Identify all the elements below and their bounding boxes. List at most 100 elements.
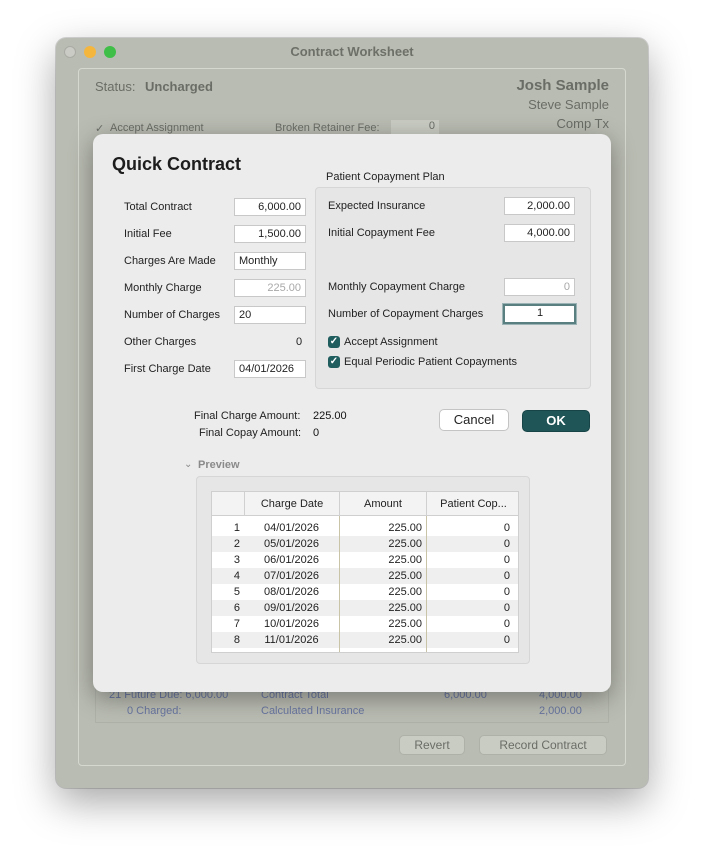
dialog-title: Quick Contract — [112, 154, 242, 174]
charge-date-cell: 07/01/2026 — [263, 570, 320, 582]
monthly-charge-field[interactable]: 225.00 — [234, 279, 306, 297]
column-divider — [426, 516, 427, 652]
guarantor-name: Steve Sample — [528, 97, 609, 112]
accept-assignment-checkbox[interactable]: ✓ — [328, 336, 340, 348]
amount-cell: 225.00 — [388, 538, 422, 550]
table-row[interactable]: 8 11/01/2026 225.00 0 — [212, 632, 518, 648]
amount-cell: 225.00 — [388, 586, 422, 598]
row-index-cell: 7 — [233, 618, 240, 630]
status-value: Uncharged — [145, 79, 213, 94]
patient-copay-cell: 0 — [503, 538, 510, 550]
row-index-cell: 1 — [233, 522, 240, 534]
row-index-cell: 6 — [233, 602, 240, 614]
total-contract-field[interactable]: 6,000.00 — [234, 198, 306, 216]
column-header-charge-date[interactable]: Charge Date — [244, 492, 339, 516]
row-index-cell: 3 — [233, 554, 240, 566]
monthly-charge-label: Monthly Charge — [124, 282, 202, 294]
final-copay-label: Final Copay Amount: — [199, 427, 302, 439]
equal-periodic-checkbox[interactable]: ✓ — [328, 356, 340, 368]
table-header: Charge Date Amount Patient Cop... — [212, 492, 518, 516]
revert-button[interactable]: Revert — [399, 735, 465, 755]
number-of-charges-field[interactable]: 20 — [234, 306, 306, 324]
charge-date-cell: 10/01/2026 — [263, 618, 320, 630]
table-row[interactable]: 5 08/01/2026 225.00 0 — [212, 584, 518, 600]
expected-insurance-label: Expected Insurance — [328, 200, 426, 212]
table-row[interactable]: 4 07/01/2026 225.00 0 — [212, 568, 518, 584]
patient-name: Josh Sample — [516, 77, 609, 94]
patient-copay-cell: 0 — [503, 522, 510, 534]
patient-copay-cell: 0 — [503, 586, 510, 598]
charge-date-cell: 08/01/2026 — [263, 586, 320, 598]
location-label: Comp Tx — [556, 116, 610, 131]
preview-panel: Charge Date Amount Patient Cop... 1 04/01… — [196, 476, 530, 664]
column-header-patient-copay[interactable]: Patient Cop... — [426, 492, 518, 516]
amount-cell: 225.00 — [388, 554, 422, 566]
initial-copay-field[interactable]: 4,000.00 — [504, 224, 575, 242]
patient-copay-cell: 0 — [503, 618, 510, 630]
charge-date-cell: 06/01/2026 — [263, 554, 320, 566]
preview-label[interactable]: Preview — [198, 459, 240, 471]
first-charge-date-field[interactable]: 04/01/2026 — [234, 360, 306, 378]
record-contract-button[interactable]: Record Contract — [479, 735, 607, 755]
patient-copay-cell: 0 — [503, 602, 510, 614]
final-copay-value: 0 — [313, 427, 320, 439]
number-of-copay-field[interactable]: 1 — [503, 304, 576, 324]
column-divider — [339, 516, 340, 652]
equal-periodic-checkbox-label: Equal Periodic Patient Copayments — [344, 356, 518, 368]
status-label: Status: — [95, 79, 136, 94]
row-index-cell: 2 — [233, 538, 240, 550]
column-header-amount[interactable]: Amount — [339, 492, 426, 516]
charge-date-cell: 09/01/2026 — [263, 602, 320, 614]
chevron-down-icon[interactable]: ⌄ — [184, 459, 192, 470]
amount-cell: 225.00 — [388, 522, 422, 534]
number-of-charges-label: Number of Charges — [124, 309, 220, 321]
charged-count: 0 Charged: — [127, 705, 182, 717]
charge-date-cell: 04/01/2026 — [263, 522, 320, 534]
initial-fee-field[interactable]: 1,500.00 — [234, 225, 306, 243]
window-titlebar: Contract Worksheet — [56, 38, 648, 66]
first-charge-date-label: First Charge Date — [124, 363, 211, 375]
copay-plan-heading: Patient Copayment Plan — [326, 171, 445, 183]
total-contract-label: Total Contract — [124, 201, 192, 213]
table-row[interactable]: 2 05/01/2026 225.00 0 — [212, 536, 518, 552]
other-charges-label: Other Charges — [124, 336, 197, 348]
accept-assignment-label: Accept Assignment — [110, 122, 204, 134]
broken-retainer-field[interactable]: 0 — [391, 120, 439, 135]
preview-table[interactable]: Charge Date Amount Patient Cop... 1 04/01… — [211, 491, 519, 653]
initial-copay-label: Initial Copayment Fee — [328, 227, 435, 239]
patient-copay-cell: 0 — [503, 634, 510, 646]
accept-assignment-checkbox-label: Accept Assignment — [344, 336, 438, 348]
ok-button[interactable]: OK — [522, 410, 590, 432]
table-row[interactable]: 7 10/01/2026 225.00 0 — [212, 616, 518, 632]
amount-cell: 225.00 — [388, 570, 422, 582]
patient-copay-cell: 0 — [503, 554, 510, 566]
copay-plan-group: Expected Insurance 2,000.00 Initial Copa… — [315, 187, 591, 389]
cancel-button[interactable]: Cancel — [439, 409, 509, 431]
window-title: Contract Worksheet — [290, 44, 414, 59]
row-index-cell: 5 — [233, 586, 240, 598]
charge-date-cell: 11/01/2026 — [264, 634, 319, 646]
other-charges-value: 0 — [296, 336, 303, 348]
charges-made-field[interactable]: Monthly — [234, 252, 306, 270]
quick-contract-dialog: Quick Contract Total Contract 6,000.00 I… — [93, 134, 611, 692]
monthly-copay-field[interactable]: 0 — [504, 278, 575, 296]
column-header-index[interactable] — [212, 492, 244, 516]
charges-made-label: Charges Are Made — [124, 255, 216, 267]
row-index-cell: 4 — [233, 570, 240, 582]
table-row[interactable]: 1 04/01/2026 225.00 0 — [212, 520, 518, 536]
amount-cell: 225.00 — [388, 634, 422, 646]
expected-insurance-field[interactable]: 2,000.00 — [504, 197, 575, 215]
amount-cell: 225.00 — [388, 618, 422, 630]
charge-date-cell: 05/01/2026 — [263, 538, 320, 550]
amount-cell: 225.00 — [388, 602, 422, 614]
broken-retainer-label: Broken Retainer Fee: — [275, 122, 380, 134]
final-charge-value: 225.00 — [313, 410, 347, 422]
row-index-cell: 8 — [233, 634, 240, 646]
calculated-insurance-label: Calculated Insurance — [261, 705, 365, 717]
table-row[interactable]: 6 09/01/2026 225.00 0 — [212, 600, 518, 616]
monthly-copay-label: Monthly Copayment Charge — [328, 281, 465, 293]
initial-fee-label: Initial Fee — [124, 228, 172, 240]
calculated-insurance-value: 2,000.00 — [539, 705, 582, 717]
number-of-copay-label: Number of Copayment Charges — [328, 308, 484, 320]
table-row[interactable]: 3 06/01/2026 225.00 0 — [212, 552, 518, 568]
